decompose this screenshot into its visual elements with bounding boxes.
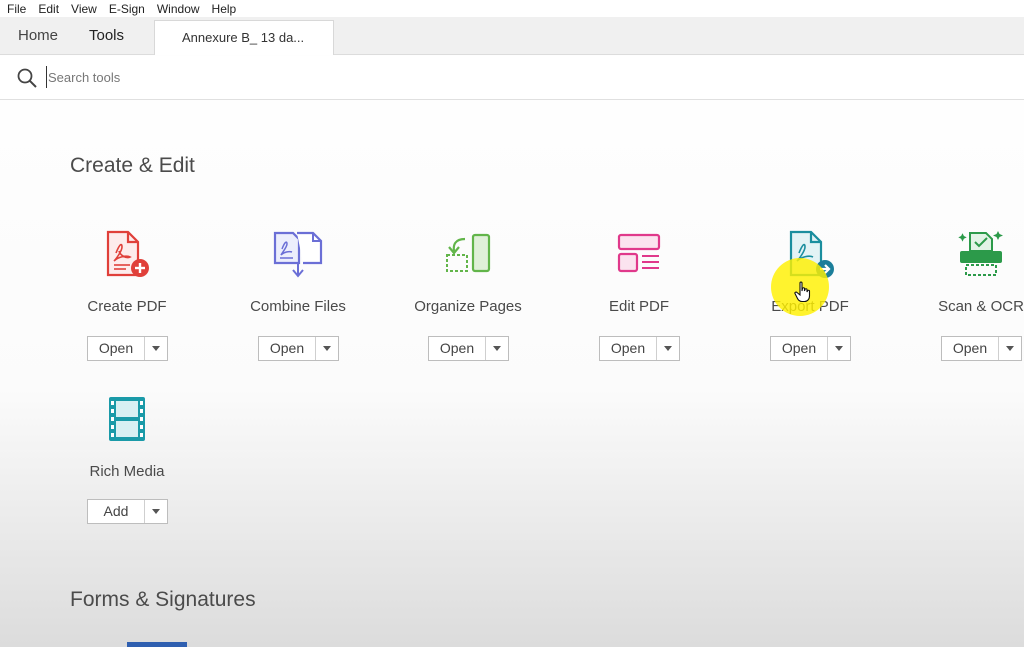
chevron-down-icon <box>1006 346 1014 351</box>
open-button-export-pdf: Open <box>770 336 851 361</box>
menu-edit[interactable]: Edit <box>31 2 64 16</box>
chevron-down-icon <box>323 346 331 351</box>
tool-edit-pdf: Edit PDF Open <box>554 229 724 379</box>
menu-bar: File Edit View E-Sign Window Help <box>0 0 1024 17</box>
tool-scan-ocr: Scan & OCR Open <box>896 229 1024 379</box>
open-button-create-pdf: Open <box>87 336 168 361</box>
chevron-down-icon <box>152 509 160 514</box>
open-button-label[interactable]: Open <box>942 337 999 360</box>
chevron-down-icon <box>493 346 501 351</box>
edit-pdf-icon[interactable] <box>614 229 664 279</box>
menu-window[interactable]: Window <box>150 2 205 16</box>
next-tool-icon-peek <box>127 642 187 647</box>
dropdown-button[interactable] <box>145 500 167 523</box>
chevron-down-icon <box>152 346 160 351</box>
search-bar <box>0 56 1024 100</box>
menu-file[interactable]: File <box>0 2 31 16</box>
open-button-combine-files: Open <box>258 336 339 361</box>
search-icon <box>17 68 37 88</box>
dropdown-button[interactable] <box>828 337 850 360</box>
chevron-down-icon <box>835 346 843 351</box>
tab-tools[interactable]: Tools <box>89 17 124 55</box>
section-title-forms-signatures: Forms & Signatures <box>70 588 256 611</box>
tab-document[interactable]: Annexure B_ 13 da... <box>154 20 334 55</box>
tool-label-combine-files: Combine Files <box>250 298 346 315</box>
menu-help[interactable]: Help <box>205 2 242 16</box>
tab-bar: Home Tools Annexure B_ 13 da... <box>0 17 1024 55</box>
dropdown-button[interactable] <box>657 337 679 360</box>
add-button-rich-media: Add <box>87 499 168 524</box>
open-button-edit-pdf: Open <box>599 336 680 361</box>
open-button-label[interactable]: Open <box>771 337 828 360</box>
hand-cursor-icon <box>794 281 811 303</box>
create-pdf-icon[interactable] <box>102 229 152 279</box>
tool-create-pdf: Create PDF Open <box>42 229 212 379</box>
open-button-label[interactable]: Open <box>259 337 316 360</box>
rich-media-icon[interactable] <box>102 395 152 445</box>
dropdown-button[interactable] <box>999 337 1021 360</box>
tool-label-create-pdf: Create PDF <box>87 298 167 315</box>
open-button-label[interactable]: Open <box>88 337 145 360</box>
tool-rich-media: Rich Media Add <box>42 395 212 545</box>
tool-label-rich-media: Rich Media <box>89 463 165 480</box>
add-button-label[interactable]: Add <box>88 500 145 523</box>
open-button-label[interactable]: Open <box>429 337 486 360</box>
tool-label-organize-pages: Organize Pages <box>414 298 522 315</box>
open-button-scan-ocr: Open <box>941 336 1022 361</box>
dropdown-button[interactable] <box>145 337 167 360</box>
menu-esign[interactable]: E-Sign <box>102 2 150 16</box>
tool-combine-files: Combine Files Open <box>213 229 383 379</box>
tool-organize-pages: Organize Pages Open <box>383 229 553 379</box>
chevron-down-icon <box>664 346 672 351</box>
dropdown-button[interactable] <box>486 337 508 360</box>
tool-label-edit-pdf: Edit PDF <box>608 298 669 315</box>
tool-label-scan-ocr: Scan & OCR <box>938 298 1024 315</box>
scan-ocr-icon[interactable] <box>956 229 1006 279</box>
open-button-organize-pages: Open <box>428 336 509 361</box>
dropdown-button[interactable] <box>316 337 338 360</box>
search-input[interactable] <box>46 66 446 88</box>
section-title-create-edit: Create & Edit <box>70 154 195 177</box>
menu-view[interactable]: View <box>64 2 102 16</box>
tab-home[interactable]: Home <box>18 17 58 55</box>
open-button-label[interactable]: Open <box>600 337 657 360</box>
combine-files-icon[interactable] <box>273 229 323 279</box>
organize-pages-icon[interactable] <box>443 229 493 279</box>
